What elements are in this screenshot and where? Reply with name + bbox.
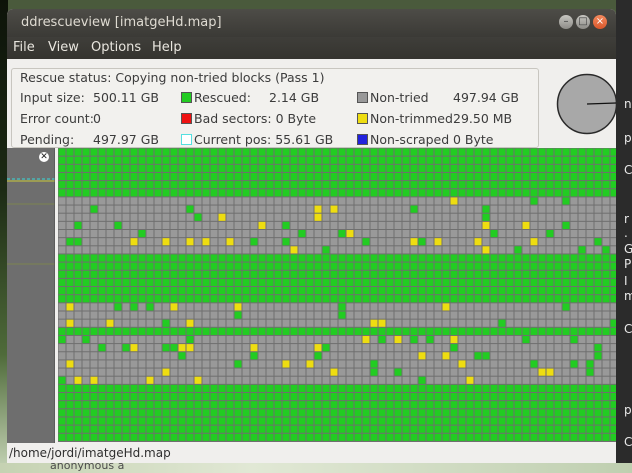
- maximize-button[interactable]: □: [576, 15, 590, 29]
- current-pos-swatch: [181, 134, 192, 145]
- input-size-label: Input size:: [20, 90, 85, 105]
- background-text: C: [624, 163, 632, 177]
- background-text: G: [624, 242, 632, 256]
- menu-view[interactable]: View: [48, 40, 79, 55]
- background-text: anonymous a: [50, 459, 125, 472]
- progress-pie: [556, 73, 616, 135]
- rescued-swatch: [181, 92, 192, 103]
- error-count-label: Error count:: [20, 111, 94, 126]
- rescue-status-title: Rescue status: Copying non-tried blocks …: [20, 70, 328, 85]
- overview-strip[interactable]: ✕: [7, 148, 56, 448]
- background-text: p: [624, 131, 632, 145]
- background-text: C: [624, 435, 632, 449]
- non-tried-swatch: [357, 92, 368, 103]
- background-text: P: [624, 257, 632, 271]
- non-scraped-label: Non-scraped: [370, 132, 450, 147]
- error-count-value: 0: [93, 111, 101, 126]
- background-text: r: [624, 212, 629, 226]
- menu-bar: File View Options Help: [7, 37, 616, 59]
- pending-value: 497.97 GB: [93, 132, 159, 147]
- bad-sectors-swatch: [181, 113, 192, 124]
- non-trimmed-label: Non-trimmed: [370, 111, 453, 126]
- non-scraped-value: 0 Byte: [453, 132, 494, 147]
- menu-file[interactable]: File: [13, 40, 35, 55]
- rescued-value: 2.14 GB: [269, 90, 320, 105]
- current-pos-label: Current pos: 55.61 GB: [194, 132, 334, 147]
- background-text: I: [624, 274, 628, 288]
- app-window: ddrescueview [imatgeHd.map] – □ × File V…: [7, 9, 616, 463]
- rescue-status-panel: Rescue status: Copying non-tried blocks …: [11, 68, 539, 148]
- minimize-button[interactable]: –: [559, 15, 573, 29]
- background-text: n: [624, 97, 632, 111]
- window-title: ddrescueview [imatgeHd.map]: [21, 15, 222, 30]
- non-trimmed-value: 29.50 MB: [453, 111, 513, 126]
- non-tried-value: 497.94 GB: [453, 90, 519, 105]
- block-map-grid[interactable]: [58, 148, 616, 442]
- background-text: p: [624, 403, 632, 417]
- close-icon[interactable]: ✕: [39, 152, 49, 162]
- menu-help[interactable]: Help: [152, 40, 182, 55]
- menu-options[interactable]: Options: [91, 40, 141, 55]
- close-button[interactable]: ×: [593, 15, 607, 29]
- non-trimmed-swatch: [357, 113, 368, 124]
- non-tried-label: Non-tried: [370, 90, 429, 105]
- input-size-value: 500.11 GB: [93, 90, 159, 105]
- bad-sectors-label: Bad sectors: 0 Byte: [194, 111, 317, 126]
- background-text: C: [624, 322, 632, 336]
- block-map[interactable]: [56, 148, 616, 448]
- non-scraped-swatch: [357, 134, 368, 145]
- title-bar[interactable]: ddrescueview [imatgeHd.map] – □ ×: [7, 9, 616, 37]
- map-file-path: /home/jordi/imatgeHd.map: [9, 446, 171, 460]
- pending-label: Pending:: [20, 132, 75, 147]
- background-text: m: [624, 289, 632, 303]
- rescued-label: Rescued:: [194, 90, 251, 105]
- background-text: .: [624, 226, 628, 240]
